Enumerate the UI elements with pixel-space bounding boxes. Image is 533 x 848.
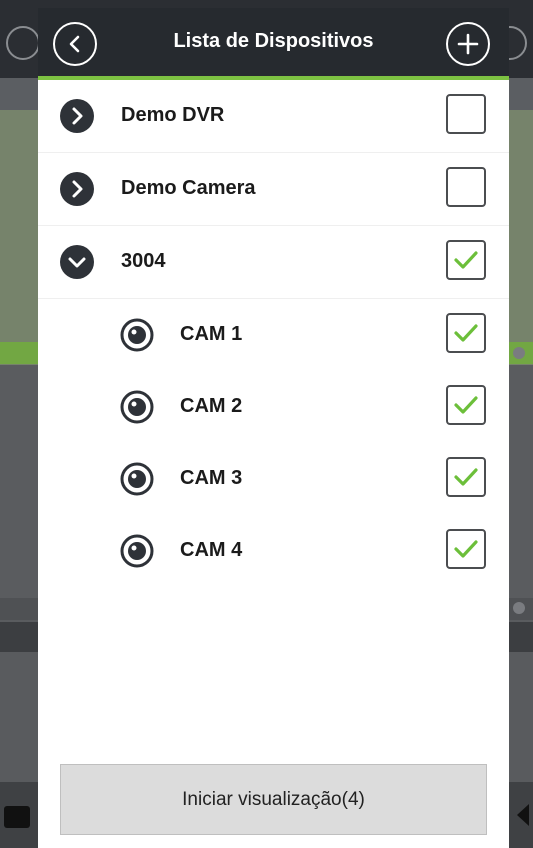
chevron-down-icon[interactable]	[60, 245, 94, 279]
channel-row-cam-2[interactable]: CAM 2	[38, 371, 509, 443]
check-icon	[454, 468, 478, 486]
device-row-demo-camera[interactable]: Demo Camera	[38, 153, 509, 226]
chevron-right-icon[interactable]	[60, 99, 94, 133]
device-list-dialog: Lista de Dispositivos Demo DVR Demo Came…	[38, 8, 509, 848]
background-dot-2	[513, 602, 525, 614]
device-label: Demo DVR	[121, 104, 225, 126]
camera-lens-icon	[120, 318, 154, 352]
device-label: 3004	[121, 250, 166, 272]
channel-row-cam-1[interactable]: CAM 1	[38, 299, 509, 371]
camera-lens-icon	[120, 462, 154, 496]
camera-lens-icon	[120, 390, 154, 424]
background-menu-icon	[6, 26, 40, 60]
channel-row-cam-3[interactable]: CAM 3	[38, 443, 509, 515]
device-checkbox[interactable]	[446, 167, 486, 207]
check-icon	[454, 396, 478, 414]
plus-icon	[457, 33, 479, 55]
check-icon	[454, 251, 478, 269]
channel-checkbox[interactable]	[446, 313, 486, 353]
channel-label: CAM 3	[180, 467, 243, 489]
check-icon	[454, 324, 478, 342]
check-icon	[454, 540, 478, 558]
channel-label: CAM 1	[180, 323, 243, 345]
background-dot	[513, 347, 525, 359]
device-list: Demo DVR Demo Camera 3004 CAM 1 CAM 2 CA…	[38, 80, 509, 587]
channel-checkbox[interactable]	[446, 529, 486, 569]
chevron-right-icon[interactable]	[60, 172, 94, 206]
channel-checkbox[interactable]	[446, 457, 486, 497]
background-camera-icon	[4, 806, 30, 828]
device-label: Demo Camera	[121, 177, 256, 199]
channel-checkbox[interactable]	[446, 385, 486, 425]
device-row-demo-dvr[interactable]: Demo DVR	[38, 80, 509, 153]
device-row-3004[interactable]: 3004	[38, 226, 509, 299]
channel-label: CAM 2	[180, 395, 243, 417]
dialog-title: Lista de Dispositivos	[173, 30, 374, 52]
device-checkbox[interactable]	[446, 240, 486, 280]
channel-row-cam-4[interactable]: CAM 4	[38, 515, 509, 587]
background-back-icon	[517, 804, 529, 826]
device-checkbox[interactable]	[446, 94, 486, 134]
camera-lens-icon	[120, 534, 154, 568]
add-device-button[interactable]	[446, 22, 490, 66]
dialog-header: Lista de Dispositivos	[38, 8, 509, 80]
channel-label: CAM 4	[180, 539, 243, 561]
start-viewing-button[interactable]: Iniciar visualização(4)	[60, 764, 487, 835]
